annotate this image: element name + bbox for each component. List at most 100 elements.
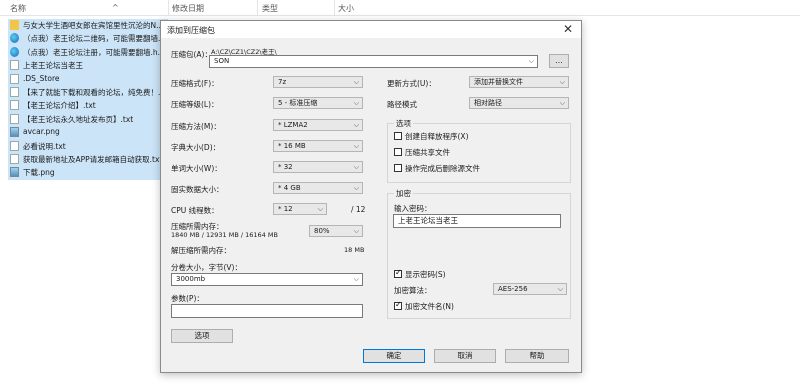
list-item[interactable]: 【老王论坛永久地址发布页】.txt: [8, 112, 168, 127]
list-item[interactable]: .DS_Store: [8, 72, 168, 86]
list-item[interactable]: 【老王论坛介绍】.txt: [8, 99, 168, 113]
format-label: 压缩格式(F)：: [171, 79, 219, 88]
pathmode-value: 相对路径: [474, 99, 502, 107]
split-size-combo[interactable]: 3000mb ⌵: [171, 273, 363, 286]
column-size[interactable]: 大小: [338, 3, 354, 14]
add-to-archive-dialog: 添加到压缩包 ✕ 压缩包(A)： A:\CZ\CZ1\CZ2\老王\ SON ⌵ …: [160, 20, 582, 373]
list-item[interactable]: 下载.png: [8, 166, 168, 180]
options-button[interactable]: 选项: [171, 329, 233, 343]
edge-icon: [10, 46, 19, 57]
method-select[interactable]: * LZMA2 ⌵: [273, 119, 363, 131]
update-select[interactable]: 添加并替换文件 ⌵: [469, 76, 569, 88]
format-value: 7z: [278, 78, 287, 86]
file-list: 与女大学生酒吧女郎在宾馆里性沉沦的N... （点我）老王论坛二维码，可能需要翻墙…: [8, 19, 168, 180]
list-item[interactable]: 上老王论坛当老王: [8, 59, 168, 73]
chevron-down-icon: ⌵: [557, 285, 563, 293]
threads-label: CPU 线程数：: [171, 206, 219, 215]
folder-icon: [10, 20, 19, 30]
sort-ascending-icon: ^: [112, 3, 119, 12]
solid-label: 固实数据大小：: [171, 185, 224, 194]
ok-button[interactable]: 确定: [363, 349, 425, 363]
sfx-checkbox[interactable]: 创建自释放程序(X): [394, 131, 469, 142]
delete-source-label: 操作完成后删除源文件: [405, 164, 480, 173]
solid-value: * 4 GB: [278, 184, 301, 192]
column-header: 名称 ^ 修改日期 类型 大小: [0, 0, 800, 16]
dict-select[interactable]: * 16 MB ⌵: [273, 140, 363, 152]
column-date[interactable]: 修改日期: [172, 3, 204, 14]
encryption-method-select[interactable]: AES-256 ⌵: [493, 283, 567, 295]
dict-value: * 16 MB: [278, 142, 306, 150]
chevron-down-icon: ⌵: [353, 163, 359, 171]
chevron-down-icon: ⌵: [317, 205, 323, 213]
level-select[interactable]: 5 - 标准压缩 ⌵: [273, 97, 363, 109]
encryption-method-value: AES-256: [498, 285, 528, 293]
delete-source-checkbox[interactable]: 操作完成后删除源文件: [394, 163, 480, 174]
method-value: * LZMA2: [278, 121, 308, 129]
threads-value: * 12: [278, 205, 293, 213]
list-item[interactable]: （点我）老王论坛注册，可能需要翻墙.h...: [8, 45, 168, 60]
level-value: 5 - 标准压缩: [278, 99, 318, 107]
column-name[interactable]: 名称: [10, 3, 26, 14]
list-item[interactable]: avcar.png: [8, 126, 168, 140]
word-select[interactable]: * 32 ⌵: [273, 161, 363, 173]
close-icon[interactable]: ✕: [563, 22, 573, 36]
chevron-down-icon: ⌵: [353, 99, 359, 107]
list-item[interactable]: 必看说明.txt: [8, 139, 168, 153]
chevron-down-icon: ⌵: [528, 57, 534, 65]
doc-icon: [10, 73, 19, 84]
encryption-group-title: 加密: [394, 188, 413, 199]
word-label: 单词大小(W)：: [171, 164, 222, 173]
update-label: 更新方式(U)：: [387, 79, 436, 88]
params-label: 参数(P)：: [171, 294, 204, 303]
list-item[interactable]: 与女大学生酒吧女郎在宾馆里性沉沦的N...: [8, 19, 168, 33]
dialog-titlebar: 添加到压缩包 ✕: [161, 21, 581, 38]
chevron-down-icon: ⌵: [353, 142, 359, 150]
password-input[interactable]: 上老王论坛当老王: [393, 214, 561, 228]
split-size-value: 3000mb: [176, 275, 206, 283]
checkbox-box: [394, 132, 402, 140]
list-item[interactable]: 获取最新地址及APP请发邮箱自动获取.txt: [8, 152, 168, 167]
image-icon: [10, 127, 19, 138]
chevron-down-icon: ⌵: [353, 275, 359, 283]
doc-icon: [10, 100, 19, 111]
chevron-down-icon: ⌵: [353, 78, 359, 86]
image-icon: [10, 167, 19, 178]
show-password-label: 显示密码(S): [405, 270, 446, 279]
chevron-down-icon: ⌵: [559, 78, 565, 86]
chevron-down-icon: ⌵: [353, 227, 359, 235]
params-input[interactable]: [171, 304, 363, 318]
archive-name-combo[interactable]: SON ⌵: [209, 55, 538, 68]
memory-detail: 1840 MB / 12931 MB / 16164 MB: [171, 231, 278, 239]
shared-files-label: 压缩共享文件: [405, 148, 450, 157]
column-type[interactable]: 类型: [262, 3, 278, 14]
chevron-down-icon: ⌵: [353, 121, 359, 129]
doc-icon: [10, 153, 19, 164]
archive-label: 压缩包(A)：: [171, 50, 212, 59]
help-button[interactable]: 帮助: [505, 349, 569, 363]
edge-icon: [10, 33, 19, 44]
list-item[interactable]: （点我）老王论坛二维码，可能需要翻墙...: [8, 32, 168, 46]
encryption-method-label: 加密算法：: [394, 286, 432, 295]
pathmode-select[interactable]: 相对路径 ⌵: [469, 97, 569, 109]
options-group-title: 选项: [394, 118, 413, 129]
pathmode-label: 路径模式: [387, 100, 417, 109]
cancel-button[interactable]: 取消: [434, 349, 496, 363]
encrypt-names-checkbox[interactable]: 加密文件名(N): [394, 300, 454, 312]
dialog-title: 添加到压缩包: [167, 26, 215, 35]
browse-button[interactable]: ...: [549, 54, 569, 68]
memory-percent-select[interactable]: 80% ⌵: [309, 225, 363, 237]
doc-icon: [10, 140, 19, 151]
solid-select[interactable]: * 4 GB ⌵: [273, 182, 363, 194]
checkbox-box: [394, 300, 402, 310]
decompress-memory-value: 18 MB: [344, 246, 365, 254]
update-value: 添加并替换文件: [474, 78, 523, 86]
checkbox-box: [394, 164, 402, 172]
show-password-checkbox[interactable]: 显示密码(S): [394, 268, 446, 280]
list-item[interactable]: 【来了就能下载和观看的论坛，纯免费！...: [8, 85, 168, 100]
format-select[interactable]: 7z ⌵: [273, 76, 363, 88]
password-label: 输入密码：: [394, 204, 432, 213]
level-label: 压缩等级(L)：: [171, 100, 219, 109]
encrypt-names-label: 加密文件名(N): [405, 302, 454, 311]
shared-files-checkbox[interactable]: 压缩共享文件: [394, 147, 450, 158]
threads-select[interactable]: * 12 ⌵: [273, 203, 327, 215]
